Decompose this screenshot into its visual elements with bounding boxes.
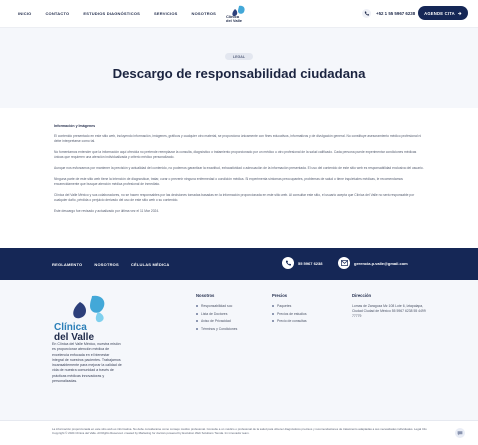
nav-item-contacto[interactable]: CONTACTO xyxy=(45,11,69,16)
footer-col-direccion: Dirección Lomas de Zaragoza Mz 108 Lote … xyxy=(352,293,426,319)
footer-about-text: En Clínica del Valle México, nuestra mis… xyxy=(52,342,122,384)
footer-link-label: Precio de consultas xyxy=(277,319,307,324)
content-paragraph: Aunque nos esforzamos por mantener la pr… xyxy=(54,166,424,170)
footer-link-nosotros[interactable]: NOSOTROS xyxy=(94,262,119,267)
footer-link-celulas[interactable]: CÉLULAS MÉDICA xyxy=(131,262,170,267)
footer-address: Lomas de Zaragoza Mz 108 Lote 6, Iztapal… xyxy=(352,304,426,318)
footer-link[interactable]: Paquetes xyxy=(272,304,307,308)
content-heading: Información y Imágenes xyxy=(54,124,96,128)
site-footer: Clínica del Valle En Clínica del Valle M… xyxy=(0,280,478,420)
phone-icon xyxy=(362,9,371,18)
content-paragraph: El contenido presentado en este sitio we… xyxy=(54,134,422,143)
content-paragraph: Clínica del Valle México y sus colaborad… xyxy=(54,193,415,202)
footer-contact-band: REGLAMENTO NOSOTROS CÉLULAS MÉDICA 55 59… xyxy=(0,248,478,280)
footer-link[interactable]: Términos y Condiciones xyxy=(196,327,237,331)
page-title: Descargo de responsabilidad ciudadana xyxy=(112,66,366,81)
copyright-text: La información proporcionada en este sit… xyxy=(52,427,427,436)
footer-col-nosotros: Nosotros Responsabilidad soc Lista de Do… xyxy=(196,293,237,334)
clinic-logo[interactable]: Clínica del Valle xyxy=(226,5,250,23)
site-header: INICIO CONTACTO ESTUDIOS DIAGNÓSTICOS SE… xyxy=(0,0,478,28)
footer-email-address: gerencia.p.valle@gmail.com xyxy=(354,260,408,266)
footer-link-label: Precios de estudios xyxy=(277,311,307,316)
footer-link-label: Aviso de Privacidad xyxy=(201,319,231,324)
hero-section: LEGAL Descargo de responsabilidad ciudad… xyxy=(0,28,478,108)
bullet-icon xyxy=(196,312,198,315)
footer-col-precios: Precios Paquetes Precios de estudios Pre… xyxy=(272,293,307,327)
content-paragraph: Ninguna parte de este sitio web tiene la… xyxy=(54,177,403,186)
footer-link-reglamento[interactable]: REGLAMENTO xyxy=(52,262,82,267)
phone-icon xyxy=(282,257,294,269)
footer-link[interactable]: Responsabilidad soc xyxy=(196,304,237,308)
header-phone[interactable]: +52 1 55 5967 6238 xyxy=(362,9,415,18)
footer-col-title: Precios xyxy=(272,293,288,298)
footer-link[interactable]: Lista de Doctores xyxy=(196,312,237,316)
bullet-icon xyxy=(196,305,198,307)
legal-badge: LEGAL xyxy=(225,53,253,60)
chat-icon xyxy=(457,431,463,436)
mail-icon xyxy=(338,257,350,269)
content-paragraph: No fomentamos entender que la informació… xyxy=(54,150,417,159)
footer-link-label: Términos y Condiciones xyxy=(201,326,238,331)
footer-phone[interactable]: 55 5967 6238 xyxy=(282,257,322,269)
bullet-icon xyxy=(196,327,198,330)
footer-link[interactable]: Precio de consultas xyxy=(272,319,307,323)
content-paragraph: Este descargo fue revisado y actualizado… xyxy=(54,209,160,213)
bullet-icon xyxy=(272,312,274,315)
svg-text:del Valle: del Valle xyxy=(226,18,243,23)
nav-item-nosotros[interactable]: NOSOTROS xyxy=(192,11,217,16)
arrow-right-icon xyxy=(457,11,462,15)
footer-link-label: Responsabilidad soc xyxy=(201,304,233,308)
header-phone-number: +52 1 55 5967 6238 xyxy=(376,11,416,16)
main-nav: INICIO CONTACTO ESTUDIOS DIAGNÓSTICOS SE… xyxy=(18,11,216,16)
footer-link[interactable]: Aviso de Privacidad xyxy=(196,319,237,323)
footer-col-title: Nosotros xyxy=(196,293,215,298)
chat-widget[interactable] xyxy=(455,428,465,438)
bullet-icon xyxy=(196,320,198,323)
footer-nav: REGLAMENTO NOSOTROS CÉLULAS MÉDICA xyxy=(52,262,169,267)
nav-item-estudios[interactable]: ESTUDIOS DIAGNÓSTICOS xyxy=(83,11,140,16)
nav-item-servicios[interactable]: SERVICIOS xyxy=(154,11,178,16)
footer-phone-number: 55 5967 6238 xyxy=(298,260,323,266)
bullet-icon xyxy=(272,320,274,323)
nav-item-inicio[interactable]: INICIO xyxy=(18,11,31,16)
footer-clinic-logo[interactable]: Clínica del Valle xyxy=(52,292,124,342)
disclaimer-content: Información y Imágenes El contenido pres… xyxy=(54,124,426,220)
cta-label: AGENDE CITA xyxy=(424,10,455,16)
footer-brand-line2: del Valle xyxy=(54,332,94,342)
footer-email[interactable]: gerencia.p.valle@gmail.com xyxy=(338,257,408,269)
footer-col-title: Dirección xyxy=(352,293,372,298)
footer-link-label: Paquetes xyxy=(277,304,292,308)
footer-link[interactable]: Precios de estudios xyxy=(272,312,307,316)
footer-link-label: Lista de Doctores xyxy=(201,311,228,316)
bullet-icon xyxy=(272,305,274,307)
copyright-bar: La información proporcionada en este sit… xyxy=(0,420,478,445)
book-appointment-button[interactable]: AGENDE CITA xyxy=(418,6,468,20)
